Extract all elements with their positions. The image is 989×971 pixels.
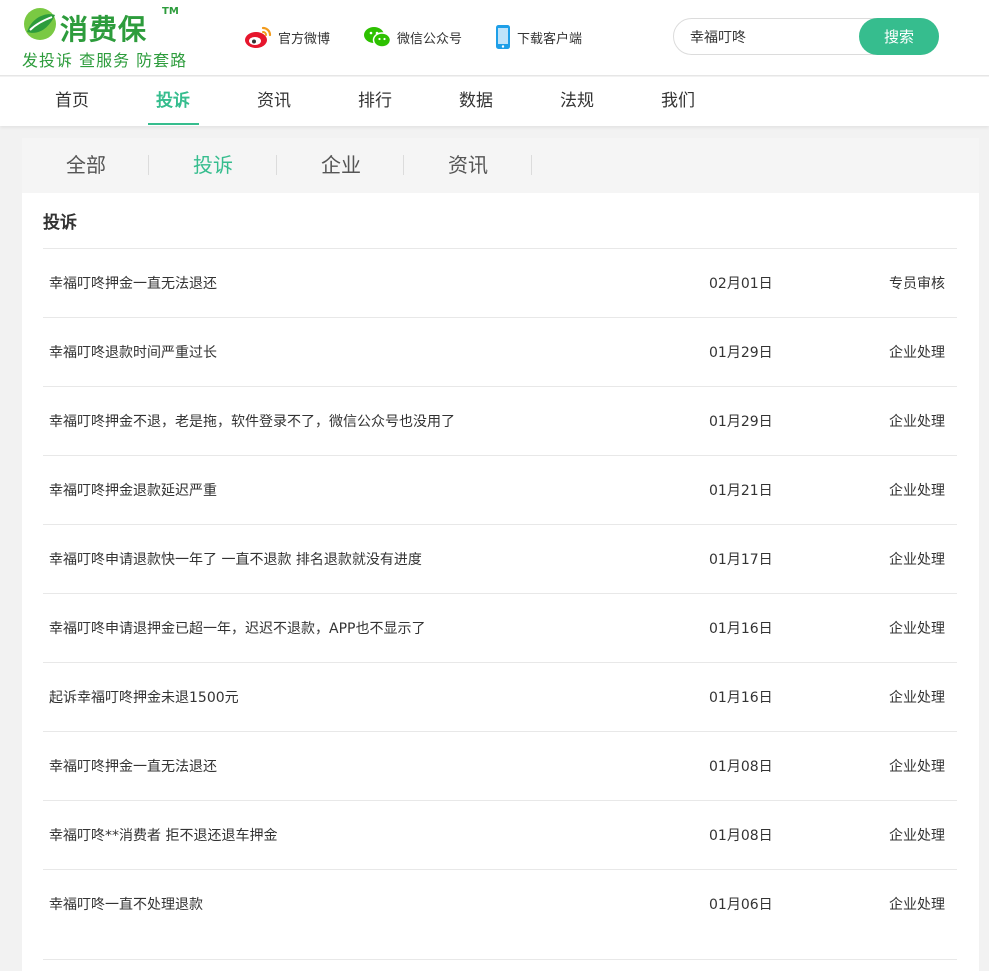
complaint-title[interactable]: 幸福叮咚押金一直无法退还: [49, 273, 217, 293]
nav-item-about-us[interactable]: 我们: [653, 77, 703, 126]
complaint-date: 01月08日: [709, 759, 773, 775]
complaint-row[interactable]: 幸福叮咚押金不退，老是拖，软件登录不了，微信公众号也没用了 01月29日 企业处…: [43, 386, 957, 455]
nav-item-home[interactable]: 首页: [47, 77, 97, 126]
result-filter-tabs: 全部 投诉 企业 资讯: [22, 138, 979, 193]
main-nav: 首页 投诉 资讯 排行 数据 法规 我们: [0, 77, 989, 126]
download-app-link[interactable]: 下载客户端: [495, 22, 582, 52]
complaint-status: 企业处理: [889, 759, 945, 775]
nav-item-ranking[interactable]: 排行: [350, 77, 400, 126]
wechat-link[interactable]: 微信公众号: [363, 22, 462, 52]
tab-all[interactable]: 全部: [22, 138, 150, 193]
complaint-date: 01月29日: [709, 345, 773, 361]
complaint-date: 01月17日: [709, 552, 773, 568]
complaint-list: 幸福叮咚押金一直无法退还 02月01日 专员审核 幸福叮咚退款时间严重过长 01…: [43, 248, 957, 960]
complaint-status: 企业处理: [889, 552, 945, 568]
weibo-link-label: 官方微博: [278, 31, 331, 47]
complaint-date: 01月29日: [709, 414, 773, 430]
weibo-icon: [245, 26, 272, 48]
nav-item-data[interactable]: 数据: [451, 77, 501, 126]
download-app-label: 下载客户端: [517, 31, 583, 47]
complaint-status: 专员审核: [889, 276, 945, 292]
complaint-title[interactable]: 幸福叮咚押金一直无法退还: [49, 756, 217, 776]
complaint-row[interactable]: 幸福叮咚申请退款快一年了 一直不退款 排名退款就没有进度 01月17日 企业处理: [43, 524, 957, 593]
complaint-title[interactable]: 起诉幸福叮咚押金未退1500元: [49, 687, 239, 707]
complaint-title[interactable]: 幸福叮咚申请退款快一年了 一直不退款 排名退款就没有进度: [49, 549, 422, 569]
search-input[interactable]: [690, 26, 860, 48]
section-title: 投诉: [43, 213, 77, 233]
complaint-date: 01月06日: [709, 897, 773, 913]
complaint-status: 企业处理: [889, 897, 945, 913]
complaint-date: 02月01日: [709, 276, 773, 292]
complaint-row[interactable]: 幸福叮咚押金一直无法退还 02月01日 专员审核: [43, 248, 957, 317]
complaint-row[interactable]: 幸福叮咚一直不处理退款 01月06日 企业处理: [43, 869, 957, 938]
mobile-phone-icon: [496, 25, 510, 49]
logo-slogan: 发投诉 查服务 防套路: [22, 51, 188, 70]
complaint-title[interactable]: 幸福叮咚一直不处理退款: [49, 894, 203, 914]
nav-item-laws[interactable]: 法规: [552, 77, 602, 126]
complaint-row[interactable]: 起诉幸福叮咚押金未退1500元 01月16日 企业处理: [43, 662, 957, 731]
wechat-icon: [364, 27, 391, 48]
complaint-row[interactable]: 幸福叮咚押金退款延迟严重 01月21日 企业处理: [43, 455, 957, 524]
wechat-link-label: 微信公众号: [397, 31, 463, 47]
complaint-title[interactable]: 幸福叮咚押金退款延迟严重: [49, 480, 217, 500]
leaf-logo-icon: [24, 8, 56, 40]
nav-item-complaints[interactable]: 投诉: [148, 77, 198, 126]
complaint-row[interactable]: 幸福叮咚押金一直无法退还 01月08日 企业处理: [43, 731, 957, 800]
complaint-status: 企业处理: [889, 621, 945, 637]
complaint-date: 01月21日: [709, 483, 773, 499]
complaint-status: 企业处理: [889, 414, 945, 430]
site-header: 消费保 TM 发投诉 查服务 防套路 官方微博 微信公众号 下载客户端 幸福叮咚…: [0, 0, 989, 76]
complaint-date: 01月16日: [709, 690, 773, 706]
complaint-date: 01月16日: [709, 621, 773, 637]
tab-complaints[interactable]: 投诉: [149, 138, 277, 193]
complaint-title[interactable]: 幸福叮咚**消费者 拒不退还退车押金: [49, 825, 277, 845]
complaint-status: 企业处理: [889, 483, 945, 499]
complaint-title[interactable]: 幸福叮咚退款时间严重过长: [49, 342, 217, 362]
complaint-row[interactable]: 幸福叮咚**消费者 拒不退还退车押金 01月08日 企业处理: [43, 800, 957, 869]
complaint-title[interactable]: 幸福叮咚申请退押金已超一年，迟迟不退款，APP也不显示了: [49, 618, 425, 638]
search-box: 搜索: [673, 18, 939, 55]
complaint-row[interactable]: 幸福叮咚申请退押金已超一年，迟迟不退款，APP也不显示了 01月16日 企业处理: [43, 593, 957, 662]
tab-divider: [531, 155, 532, 175]
search-button[interactable]: 搜索: [859, 18, 939, 55]
complaint-date: 01月08日: [709, 828, 773, 844]
complaint-row[interactable]: 幸福叮咚退款时间严重过长 01月29日 企业处理: [43, 317, 957, 386]
complaint-status: 企业处理: [889, 690, 945, 706]
nav-item-news[interactable]: 资讯: [249, 77, 299, 126]
weibo-link[interactable]: 官方微博: [244, 22, 330, 52]
tab-news[interactable]: 资讯: [404, 138, 532, 193]
nav-active-indicator: [148, 123, 199, 125]
list-divider: [43, 959, 957, 960]
site-logo[interactable]: 消费保 TM 发投诉 查服务 防套路: [22, 6, 202, 70]
trademark-mark: TM: [162, 6, 179, 17]
complaint-title[interactable]: 幸福叮咚押金不退，老是拖，软件登录不了，微信公众号也没用了: [49, 411, 455, 431]
complaint-status: 企业处理: [889, 345, 945, 361]
search-results-panel: 全部 投诉 企业 资讯 投诉 幸福叮咚押金一直无法退还 02月01日 专员审核 …: [22, 138, 979, 971]
logo-name: 消费保: [60, 13, 148, 46]
complaint-status: 企业处理: [889, 828, 945, 844]
tab-companies[interactable]: 企业: [277, 138, 405, 193]
